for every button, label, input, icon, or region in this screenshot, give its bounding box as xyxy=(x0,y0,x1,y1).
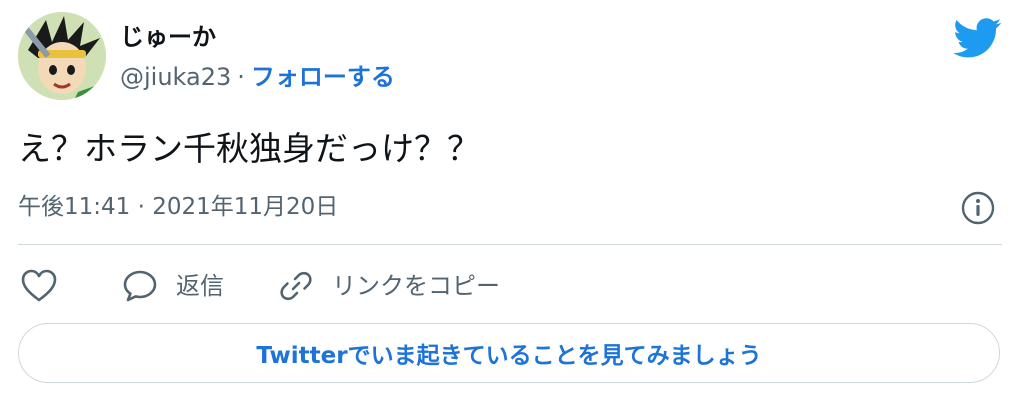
follow-button[interactable]: フォローする xyxy=(251,63,395,91)
tweet-embed: じゅーか @jiuka23 · フォローする え？ホラン千秋独身だっけ？？ 午後11… xyxy=(0,0,1024,410)
heart-icon xyxy=(21,269,57,302)
author-handle[interactable]: @jiuka23 xyxy=(120,63,231,91)
speech-bubble-icon xyxy=(123,270,157,302)
reply-button[interactable]: 返信 xyxy=(122,266,224,306)
info-icon[interactable] xyxy=(960,190,996,226)
copy-link-label: リンクをコピー xyxy=(332,272,500,300)
cta-label: Twitterでいま起きていることを見てみましょう xyxy=(256,343,762,369)
separator-dot: · xyxy=(237,63,245,91)
tweet-timestamp[interactable]: 午後11:41 · 2021年11月20日 xyxy=(18,192,338,222)
divider xyxy=(18,244,1002,245)
tweet-text: え？ホラン千秋独身だっけ？？ xyxy=(18,129,480,168)
link-icon xyxy=(280,271,312,301)
like-button[interactable] xyxy=(20,266,58,306)
reply-label: 返信 xyxy=(176,272,224,300)
author-display-name[interactable]: じゅーか xyxy=(120,22,216,52)
copy-link-button[interactable]: リンクをコピー xyxy=(278,266,500,306)
avatar[interactable] xyxy=(18,12,106,100)
twitter-bird-icon[interactable] xyxy=(954,18,1002,58)
user-avatar-icon xyxy=(18,12,106,100)
author-handle-row: @jiuka23 · フォローする xyxy=(120,62,395,92)
see-whats-happening-button[interactable]: Twitterでいま起きていることを見てみましょう xyxy=(18,323,1000,383)
